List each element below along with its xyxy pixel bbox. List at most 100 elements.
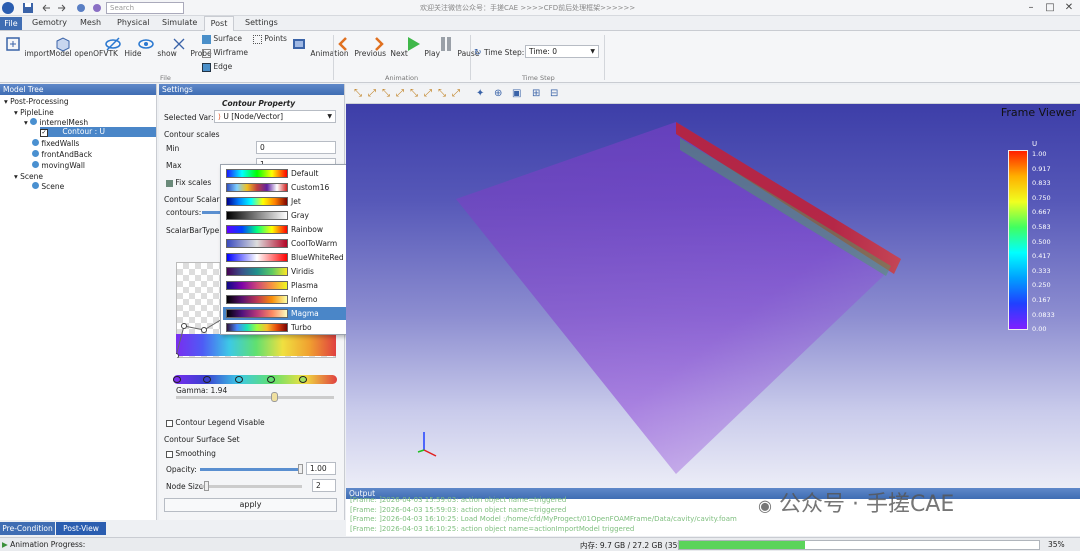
hide-button[interactable]: Hide xyxy=(104,35,142,58)
fix-scales-checkbox[interactable]: Fix scales xyxy=(166,178,211,187)
colormap-option[interactable]: BlueWhiteRed xyxy=(223,251,350,264)
pause-button[interactable]: Pause xyxy=(437,35,479,58)
checkbox-icon[interactable] xyxy=(166,179,173,187)
tree-pipeline[interactable]: ▾ PipleLine xyxy=(14,108,54,117)
gamma-slider[interactable] xyxy=(176,396,334,399)
animation-progress-label: ▶ Animation Progress: xyxy=(2,540,86,549)
tools-icon[interactable] xyxy=(91,2,103,14)
legend-tick-label: 0.500 xyxy=(1032,237,1051,246)
tree-front-and-back[interactable]: frontAndBack xyxy=(32,150,92,159)
timestep-select[interactable]: Time: 0 ▼ xyxy=(525,45,599,58)
zoom-icon[interactable]: ⊕ xyxy=(494,88,502,99)
menu-mesh[interactable]: Mesh xyxy=(80,18,101,27)
menu-file[interactable]: File xyxy=(0,17,22,30)
tab-pre-condition[interactable]: Pre-Condition xyxy=(0,522,55,535)
redo-icon[interactable] xyxy=(56,2,68,14)
colormap-option[interactable]: Jet xyxy=(223,195,350,208)
grid-icon[interactable]: ⊞ xyxy=(532,88,540,99)
color-stop-handle[interactable] xyxy=(235,376,243,383)
apply-button[interactable]: apply xyxy=(164,498,337,512)
colormap-name: Magma xyxy=(291,309,319,318)
contours-slider[interactable] xyxy=(202,211,220,214)
tree-post-processing[interactable]: ▾ Post-Processing xyxy=(4,97,69,106)
undo-icon[interactable] xyxy=(40,2,52,14)
checkbox-icon[interactable] xyxy=(166,419,173,427)
colormap-option[interactable]: Gray xyxy=(223,209,350,222)
colormap-option[interactable]: Magma xyxy=(223,307,350,320)
tree-scene-child[interactable]: Scene xyxy=(32,182,64,191)
close-button[interactable]: ✕ xyxy=(1062,2,1076,14)
play-button[interactable]: Play xyxy=(404,35,440,58)
tree-moving-wall[interactable]: movingWall xyxy=(32,161,85,170)
colormap-dropdown[interactable]: Default Custom16 Jet Gray Rainbow CoolToWarm B… xyxy=(220,164,351,335)
selected-var-select[interactable]: ⟩ U [Node/Vector] ▼ xyxy=(214,110,336,123)
tree-internel-mesh[interactable]: ▾ internelMesh xyxy=(24,118,88,127)
checkbox-icon[interactable] xyxy=(166,450,173,458)
colormap-option[interactable]: CoolToWarm xyxy=(223,237,350,250)
3d-viewport[interactable]: Frame Viewer U 1.00 0.917 0.833 0.750 0.667 0… xyxy=(346,104,1080,488)
previous-button[interactable]: Previous xyxy=(334,35,386,58)
menu-physical[interactable]: Physical xyxy=(117,18,150,27)
color-stop-handle[interactable] xyxy=(267,376,275,383)
eye-icon xyxy=(138,39,154,49)
import-model-button[interactable]: importModel xyxy=(4,35,72,58)
colormap-option[interactable]: Plasma xyxy=(223,279,350,292)
layout-icon[interactable]: ⊟ xyxy=(550,88,558,99)
fit-icon[interactable]: ▣ xyxy=(512,88,521,99)
tree-contour-u[interactable]: ✓ Contour : U xyxy=(40,127,156,137)
edge-icon xyxy=(202,62,211,72)
maximize-button[interactable]: □ xyxy=(1043,2,1057,14)
node-size-spinbox[interactable]: 2 xyxy=(312,479,336,492)
opacity-spinbox[interactable]: 1.00 xyxy=(306,462,336,475)
search-input[interactable]: Search xyxy=(106,2,184,14)
next-button[interactable]: Next xyxy=(370,35,408,58)
colormap-option[interactable]: Default xyxy=(223,167,350,180)
points-button[interactable]: Points xyxy=(253,34,287,44)
tree-fixed-walls[interactable]: fixedWalls xyxy=(32,139,79,148)
gear-icon[interactable] xyxy=(75,2,87,14)
gamma-slider-handle[interactable] xyxy=(271,392,278,402)
color-stop-handle[interactable] xyxy=(299,376,307,383)
open-ofvtk-button[interactable]: openOFVTK xyxy=(54,35,118,58)
colormap-option[interactable]: Custom16 xyxy=(223,181,350,194)
min-input[interactable]: 0 xyxy=(256,141,336,154)
play-icon: ▶ xyxy=(2,540,8,549)
menu-post[interactable]: Post xyxy=(204,16,234,31)
node-size-slider[interactable] xyxy=(200,485,302,488)
model-tree-panel: Model Tree ▾ Post-Processing ▾ PipleLine… xyxy=(0,84,157,520)
node-size-slider-handle[interactable] xyxy=(204,481,209,491)
opacity-slider[interactable] xyxy=(200,468,302,471)
probe-button[interactable]: Probe xyxy=(170,35,212,58)
colormap-option[interactable]: Inferno xyxy=(223,293,350,306)
ribbon-separator xyxy=(604,35,605,80)
surface-button[interactable]: Surface xyxy=(202,34,242,44)
legend-tick-label: 0.750 xyxy=(1032,193,1051,202)
tree-scene[interactable]: ▾ Scene xyxy=(14,172,43,181)
legend-visable-checkbox[interactable]: Contour Legend Visable xyxy=(166,418,265,427)
edge-button[interactable]: Edge xyxy=(202,62,232,72)
view-axis-icons[interactable]: ⤡⤢⤡⤢⤡⤢⤡⤢ xyxy=(354,88,466,99)
opacity-slider-handle[interactable] xyxy=(298,464,303,474)
minimize-button[interactable]: – xyxy=(1024,2,1038,14)
menu-simulate[interactable]: Simulate xyxy=(162,18,197,27)
smoothing-checkbox[interactable]: Smoothing xyxy=(166,449,216,458)
colormap-option[interactable]: Rainbow xyxy=(223,223,350,236)
colormap-option[interactable]: Viridis xyxy=(223,265,350,278)
color-stops-bar[interactable] xyxy=(173,375,337,384)
checkbox-icon[interactable]: ✓ xyxy=(40,129,48,137)
wirframe-button[interactable]: Wirframe xyxy=(202,48,248,58)
menu-settings[interactable]: Settings xyxy=(245,18,278,27)
log-line: [Frame: ]2026-04-03 15:59:03: action obj… xyxy=(350,505,567,514)
color-stop-handle[interactable] xyxy=(173,376,181,383)
colormap-option[interactable]: Turbo xyxy=(223,321,350,334)
show-button[interactable]: show xyxy=(137,35,177,58)
menu-gemotry[interactable]: Gemotry xyxy=(32,18,67,27)
legend-tick-label: 0.0833 xyxy=(1032,310,1055,319)
colormap-swatch xyxy=(226,239,288,248)
reset-view-icon[interactable]: ✦ xyxy=(476,88,484,99)
animation-button[interactable]: Animation xyxy=(290,35,349,58)
legend-tick-label: 0.833 xyxy=(1032,179,1051,188)
color-stop-handle[interactable] xyxy=(203,376,211,383)
tab-post-view[interactable]: Post-View xyxy=(56,522,106,535)
save-icon[interactable] xyxy=(22,2,34,14)
